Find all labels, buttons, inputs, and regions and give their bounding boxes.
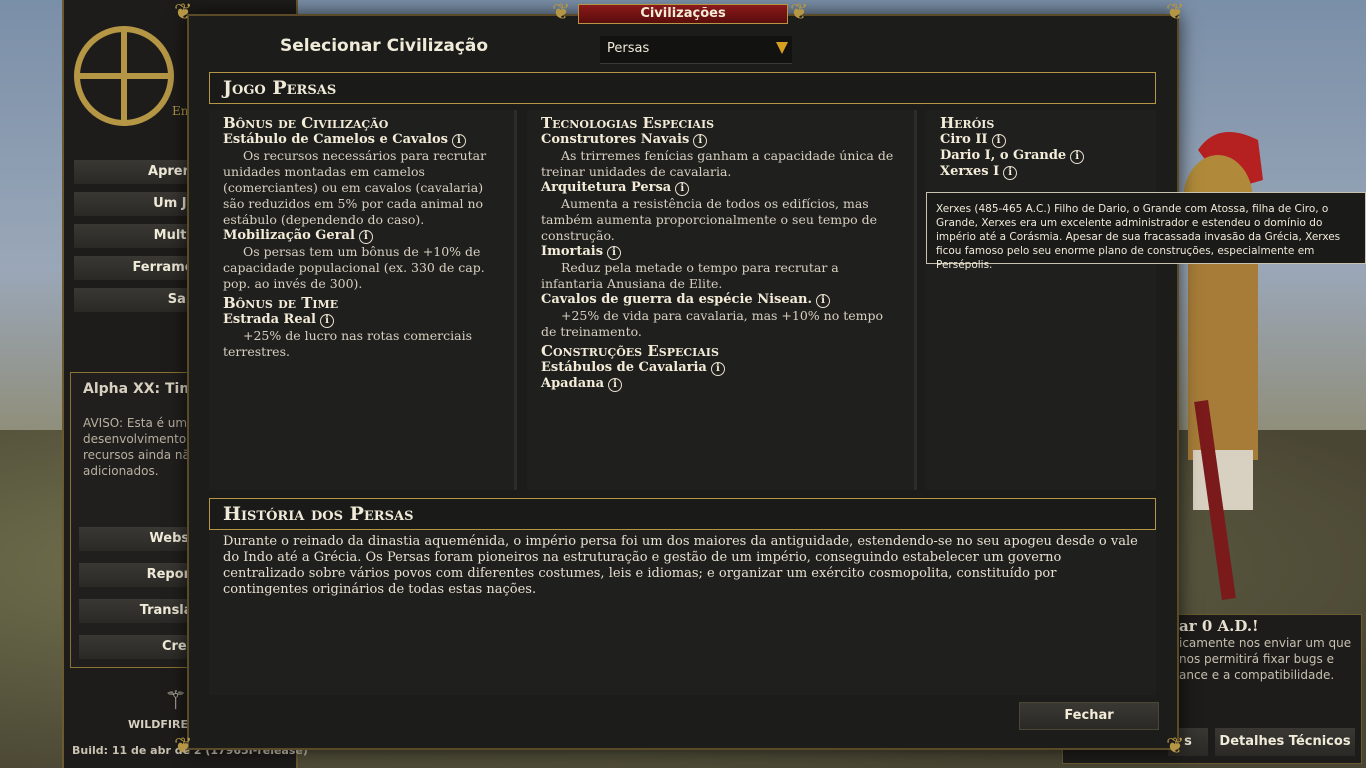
hero-item: Ciro II i bbox=[940, 132, 1142, 148]
tech-item-name: Construtores Navais bbox=[541, 132, 690, 147]
chevron-down-icon[interactable] bbox=[776, 42, 788, 54]
tech-item-name: Arquitetura Persa bbox=[541, 180, 672, 195]
tech-item: Construtores Navais i bbox=[541, 132, 900, 148]
title-ornament-left-icon: ❦ bbox=[552, 0, 571, 25]
news-text: AVISO: Esta é um desenvolvimento o recur… bbox=[83, 416, 198, 478]
hero-name: Ciro II bbox=[940, 132, 988, 147]
bonus-item-desc: Os recursos necessários para recrutar un… bbox=[223, 148, 487, 227]
game-emblem-icon bbox=[74, 26, 174, 126]
team-bonus-header: Bônus de Time bbox=[223, 294, 339, 312]
civ-bonus-header: Bônus de Civilização bbox=[223, 114, 389, 132]
info-icon[interactable]: i bbox=[607, 246, 622, 260]
info-icon[interactable]: i bbox=[693, 134, 708, 148]
building-name: Estábulos de Cavalaria bbox=[541, 360, 707, 375]
info-icon[interactable]: i bbox=[991, 134, 1006, 148]
game-section-header: Jogo Persas bbox=[209, 72, 1156, 104]
info-icon[interactable]: i bbox=[451, 134, 466, 148]
bonus-item: Estábulo de Camelos e Cavalos i bbox=[223, 132, 500, 148]
corner-ornament-icon: ❦ bbox=[1166, 0, 1185, 25]
wildfire-logo-icon: ⚚ bbox=[164, 686, 188, 716]
hero-name: Xerxes I bbox=[940, 164, 1000, 179]
hero-tooltip: Xerxes (485-465 A.C.) Filho de Dario, o … bbox=[926, 192, 1366, 271]
bonus-item-desc: Os persas tem um bônus de +10% de capaci… bbox=[223, 244, 485, 291]
tech-item: Cavalos de guerra da espécie Nisean. i bbox=[541, 292, 900, 308]
close-button[interactable]: Fechar bbox=[1019, 702, 1159, 730]
history-panel: Durante o reinado da dinastia aqueménida… bbox=[209, 530, 1156, 695]
title-ornament-right-icon: ❦ bbox=[790, 0, 809, 25]
corner-ornament-icon: ❦ bbox=[1166, 734, 1185, 759]
hero-item: Dario I, o Grande i bbox=[940, 148, 1142, 164]
history-text: Durante o reinado da dinastia aqueménida… bbox=[223, 534, 1138, 597]
info-icon[interactable]: i bbox=[710, 362, 725, 376]
building-name: Apadana bbox=[541, 376, 604, 391]
info-icon[interactable]: i bbox=[608, 378, 622, 392]
info-icon[interactable]: i bbox=[675, 182, 690, 196]
wildfire-label: WILDFIRE bbox=[128, 718, 188, 731]
info-icon[interactable]: i bbox=[319, 314, 334, 328]
history-section-header: História dos Persas bbox=[209, 498, 1156, 530]
info-icon[interactable]: i bbox=[816, 294, 831, 308]
corner-ornament-icon: ❦ bbox=[174, 734, 193, 759]
team-bonus-name: Estrada Real bbox=[223, 312, 316, 327]
civ-dropdown[interactable]: Persas bbox=[600, 36, 792, 64]
team-bonus-item: Estrada Real i bbox=[223, 312, 500, 328]
techs-column: Tecnologias Especiais Construtores Navai… bbox=[527, 110, 917, 490]
bonus-item: Mobilização Geral i bbox=[223, 228, 500, 244]
info-icon[interactable]: i bbox=[1070, 150, 1085, 164]
tech-item-name: Imortais bbox=[541, 244, 604, 259]
hero-item: Xerxes Ii bbox=[940, 164, 1142, 180]
tech-details-button[interactable]: Detalhes Técnicos bbox=[1215, 728, 1355, 756]
team-bonus-desc: +25% de lucro nas rotas comerciais terre… bbox=[223, 328, 472, 359]
tech-item-desc: +25% de vida para cavalaria, mas +10% no… bbox=[541, 308, 884, 339]
welcome-title: ar 0 A.D.! bbox=[1179, 617, 1259, 635]
tech-item-desc: Reduz pela metade o tempo para recrutar … bbox=[541, 260, 839, 291]
tech-item-desc: As trirremes fenícias ganham a capacidad… bbox=[541, 148, 894, 179]
hero-name: Dario I, o Grande bbox=[940, 148, 1067, 163]
select-civ-label: Selecionar Civilização bbox=[280, 36, 489, 56]
tech-item: Arquitetura Persa i bbox=[541, 180, 900, 196]
tech-item: Imortais i bbox=[541, 244, 900, 260]
heroes-column: Heróis Ciro II i Dario I, o Grande i Xerxe… bbox=[926, 110, 1156, 490]
building-item: Apadana i bbox=[541, 376, 900, 392]
corner-ornament-icon: ❦ bbox=[174, 0, 193, 25]
techs-header: Tecnologias Especiais bbox=[541, 114, 715, 132]
bonus-item-name: Mobilização Geral bbox=[223, 228, 355, 243]
civ-dropdown-value: Persas bbox=[607, 41, 650, 56]
tech-item-name: Cavalos de guerra da espécie Nisean. bbox=[541, 292, 813, 307]
heroes-header: Heróis bbox=[940, 114, 995, 132]
dialog-title: Civilizações bbox=[578, 4, 788, 24]
bonus-column: Bônus de Civilização Estábulo de Camelos… bbox=[209, 110, 517, 490]
tech-item-desc: Aumenta a resistência de todos os edifíc… bbox=[541, 196, 878, 243]
bonus-item-name: Estábulo de Camelos e Cavalos bbox=[223, 132, 448, 147]
welcome-text: icamente nos enviar um que nos permitirá… bbox=[1179, 636, 1352, 682]
building-item: Estábulos de Cavalaria i bbox=[541, 360, 900, 376]
buildings-header: Construções Especiais bbox=[541, 342, 719, 360]
info-icon[interactable]: i bbox=[358, 230, 373, 244]
info-icon[interactable]: i bbox=[1003, 166, 1018, 180]
